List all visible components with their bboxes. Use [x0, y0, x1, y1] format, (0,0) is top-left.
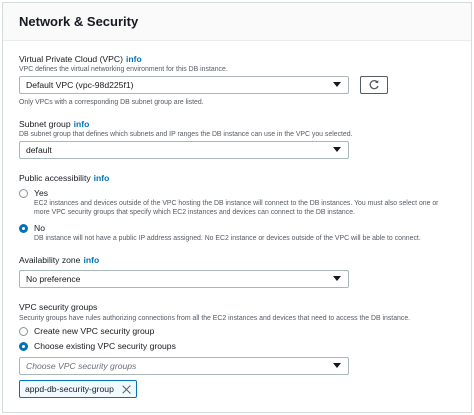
public-access-yes-option[interactable]: Yes — [19, 188, 48, 198]
radio-button[interactable] — [19, 326, 28, 336]
subnet-select-value: default — [26, 145, 52, 155]
public-access-label: Public accessibility — [19, 173, 91, 183]
public-access-no-description: DB instance will not have a public IP ad… — [34, 235, 421, 242]
security-group-token: appd-db-security-group — [19, 380, 137, 398]
security-groups-label: VPC security groups — [19, 302, 98, 312]
az-label: Availability zone — [19, 255, 81, 265]
radio-label: Yes — [34, 188, 49, 198]
caret-down-icon — [333, 276, 341, 281]
caret-down-icon — [333, 363, 341, 368]
security-groups-placeholder: Choose VPC security groups — [26, 361, 137, 371]
radio-label: Choose existing VPC security groups — [34, 341, 176, 351]
create-new-sg-option[interactable]: Create new VPC security group — [19, 326, 154, 336]
public-access-label-row: Public accessibility info — [19, 173, 109, 184]
radio-label: No — [34, 223, 45, 233]
vpc-info-link[interactable]: info — [126, 54, 142, 64]
subnet-info-link[interactable]: info — [74, 119, 90, 129]
radio-button[interactable] — [19, 188, 28, 198]
vpc-description: VPC defines the virtual networking envir… — [19, 66, 228, 73]
close-icon[interactable] — [122, 385, 131, 394]
caret-down-icon — [333, 82, 341, 87]
az-info-link[interactable]: info — [83, 255, 99, 265]
vpc-label-row: Virtual Private Cloud (VPC) info — [19, 54, 142, 65]
public-access-info-link[interactable]: info — [94, 173, 110, 183]
radio-label: Create new VPC security group — [34, 326, 155, 336]
security-groups-description: Security groups have rules authorizing c… — [19, 315, 411, 322]
refresh-icon — [369, 80, 379, 90]
radio-button-selected[interactable] — [19, 341, 28, 351]
vpc-label: Virtual Private Cloud (VPC) — [19, 54, 123, 64]
az-select[interactable]: No preference — [19, 270, 349, 288]
refresh-button[interactable] — [360, 76, 388, 94]
panel-header: Network & Security — [3, 3, 471, 41]
radio-button-selected[interactable] — [19, 223, 28, 233]
token-label: appd-db-security-group — [25, 384, 114, 394]
az-label-row: Availability zone info — [19, 255, 99, 266]
public-access-yes-description: EC2 instances and devices outside of the… — [34, 200, 439, 216]
network-security-panel: Network & Security Virtual Private Cloud… — [2, 2, 472, 413]
vpc-hint: Only VPCs with a corresponding DB subnet… — [19, 99, 204, 106]
section-title: Network & Security — [19, 14, 139, 29]
subnet-label-row: Subnet group info — [19, 119, 89, 130]
public-access-no-option[interactable]: No — [19, 223, 45, 233]
caret-down-icon — [333, 147, 341, 152]
vpc-select[interactable]: Default VPC (vpc-98d225f1) — [19, 76, 349, 94]
az-select-value: No preference — [26, 274, 81, 284]
vpc-select-value: Default VPC (vpc-98d225f1) — [26, 80, 134, 90]
security-groups-select[interactable]: Choose VPC security groups — [19, 357, 349, 375]
subnet-label: Subnet group — [19, 119, 71, 129]
choose-existing-sg-option[interactable]: Choose existing VPC security groups — [19, 341, 176, 351]
subnet-select[interactable]: default — [19, 141, 349, 159]
subnet-description: DB subnet group that defines which subne… — [19, 131, 353, 138]
